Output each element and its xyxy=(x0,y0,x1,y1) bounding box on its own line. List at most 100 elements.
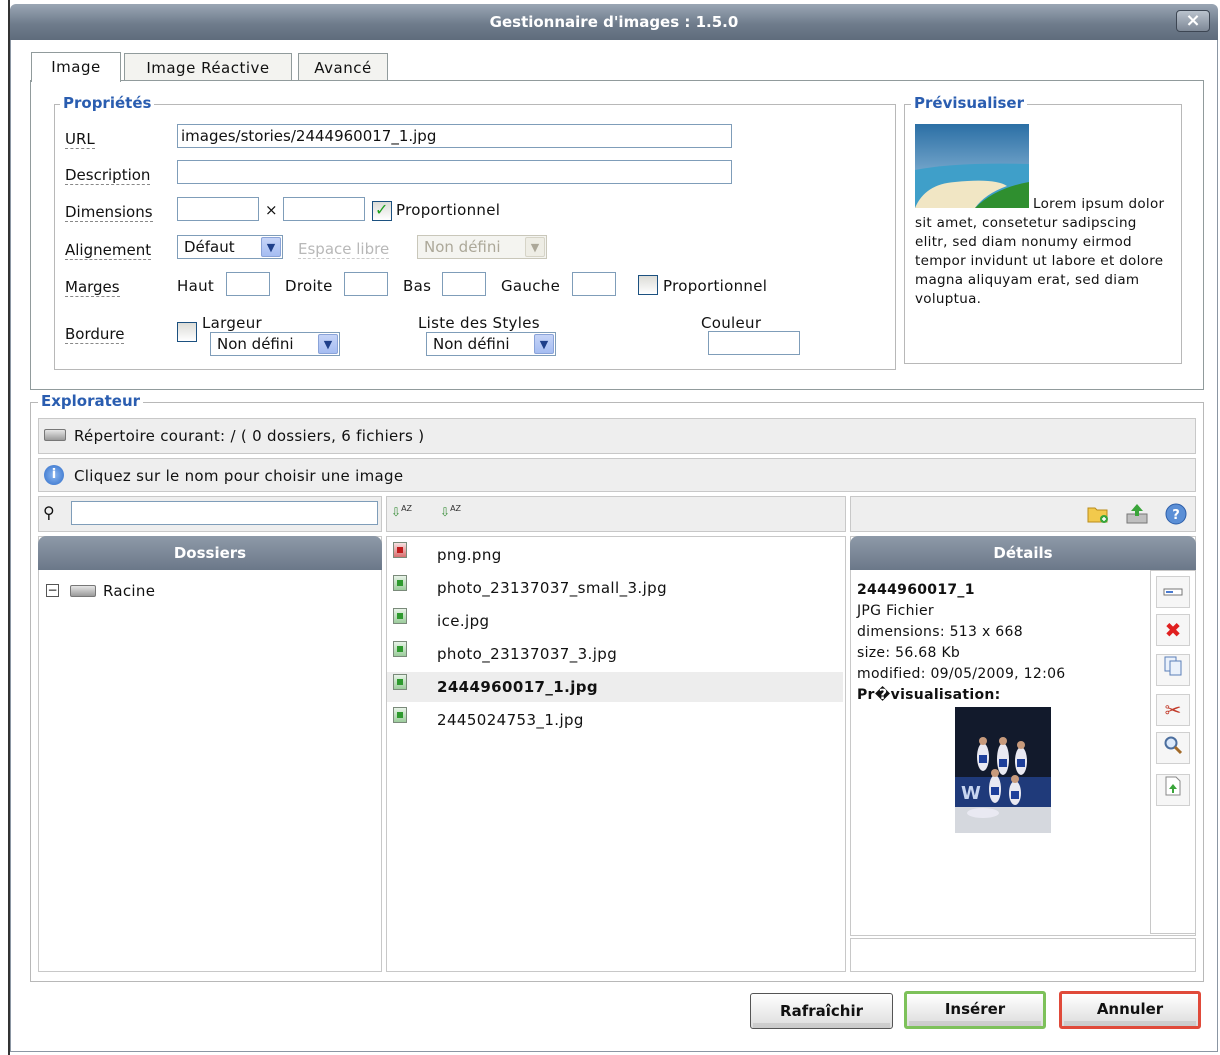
free-space-value: Non défini xyxy=(424,238,501,256)
color-label: Couleur xyxy=(701,314,762,332)
file-name: png.png xyxy=(437,546,502,564)
search-input[interactable] xyxy=(71,501,378,525)
file-name: 2444960017_1.jpg xyxy=(437,678,599,696)
collapse-icon[interactable]: − xyxy=(46,584,59,597)
image-file-icon xyxy=(393,608,407,624)
close-icon[interactable]: × xyxy=(1176,10,1210,32)
dialog-title: Gestionnaire d'images : 1.5.0 xyxy=(489,13,739,31)
dimensions-separator: × xyxy=(265,201,278,219)
details-size: size: 56.68 Kb xyxy=(857,645,961,661)
sort-name-icon[interactable]: ⇩AZ xyxy=(391,503,412,518)
help-icon[interactable]: ? xyxy=(1163,501,1189,527)
root-folder[interactable]: Racine xyxy=(103,582,155,600)
alignment-select[interactable]: Défaut ▼ xyxy=(177,235,283,259)
height-input[interactable] xyxy=(283,197,365,221)
tab-image[interactable]: Image xyxy=(31,52,121,82)
image-file-icon xyxy=(393,575,407,591)
free-space-select: Non défini ▼ xyxy=(417,235,547,259)
margin-bottom-input[interactable] xyxy=(442,272,486,296)
details-name: 2444960017_1 xyxy=(857,582,975,598)
details-type: JPG Fichier xyxy=(857,603,934,619)
border-width-value: Non défini xyxy=(217,335,294,353)
details-preview-label: Pr�visualisation: xyxy=(857,687,1001,703)
details-info: 2444960017_1 JPG Fichier dimensions: 513… xyxy=(857,580,1147,706)
explorer-legend: Explorateur xyxy=(38,392,144,410)
color-input[interactable] xyxy=(708,331,800,355)
chevron-down-icon: ▼ xyxy=(318,334,338,354)
margins-proportional-label: Proportionnel xyxy=(663,277,768,295)
file-row[interactable]: photo_23137037_3.jpg xyxy=(387,639,843,669)
margin-right-label: Droite xyxy=(285,277,333,295)
tab-advanced[interactable]: Avancé xyxy=(298,53,388,81)
sort-type-icon[interactable]: ⇩AZ xyxy=(440,503,461,518)
insert-button[interactable]: Insérer xyxy=(904,991,1046,1029)
file-name: ice.jpg xyxy=(437,612,490,630)
window-edge xyxy=(0,0,10,1055)
tab-image-reactive[interactable]: Image Réactive xyxy=(124,53,292,81)
properties-legend: Propriétés xyxy=(60,94,155,112)
zoom-icon[interactable] xyxy=(1156,732,1190,764)
chevron-down-icon: ▼ xyxy=(525,237,545,257)
url-label: URL xyxy=(65,130,95,149)
dimensions-label: Dimensions xyxy=(65,203,153,222)
details-dimensions: dimensions: 513 x 668 xyxy=(857,624,1023,640)
margin-right-input[interactable] xyxy=(344,272,388,296)
margins-proportional-checkbox[interactable] xyxy=(638,275,658,295)
preview-text: Lorem ipsum dolor sit amet, consetetur s… xyxy=(915,196,1165,307)
width-input[interactable] xyxy=(177,197,259,221)
margin-left-label: Gauche xyxy=(501,277,561,295)
details-thumbnail: W xyxy=(955,707,1051,833)
styles-select[interactable]: Non défini ▼ xyxy=(426,332,556,356)
preview-legend: Prévisualiser xyxy=(911,94,1027,112)
info-text: Cliquez sur le nom pour choisir une imag… xyxy=(74,467,404,485)
file-row[interactable]: photo_23137037_small_3.jpg xyxy=(387,573,843,603)
file-upload-icon[interactable] xyxy=(1156,774,1190,806)
file-row[interactable]: png.png xyxy=(387,540,843,570)
styles-label: Liste des Styles xyxy=(418,314,540,332)
copy-icon[interactable] xyxy=(1156,654,1190,686)
margin-left-input[interactable] xyxy=(572,272,616,296)
refresh-button[interactable]: Rafraîchir xyxy=(750,993,893,1029)
url-input[interactable]: images/stories/2444960017_1.jpg xyxy=(177,124,732,148)
alignment-value: Défaut xyxy=(184,238,235,256)
svg-text:W: W xyxy=(961,783,981,804)
file-name: photo_23137037_3.jpg xyxy=(437,645,618,663)
upload-icon[interactable] xyxy=(1124,501,1150,527)
details-modified: modified: 09/05/2009, 12:06 xyxy=(857,666,1066,682)
proportional-label: Proportionnel xyxy=(396,201,501,219)
file-name: 2445024753_1.jpg xyxy=(437,711,584,729)
svg-text:?: ? xyxy=(1172,508,1180,523)
folders-header: Dossiers xyxy=(38,536,382,570)
border-label: Bordure xyxy=(65,325,125,344)
border-checkbox[interactable] xyxy=(177,322,197,342)
styles-value: Non défini xyxy=(433,335,510,353)
border-width-select[interactable]: Non défini ▼ xyxy=(210,332,340,356)
chevron-down-icon: ▼ xyxy=(261,237,281,257)
file-row[interactable]: ice.jpg xyxy=(387,606,843,636)
description-label: Description xyxy=(65,166,151,185)
file-row[interactable]: 2445024753_1.jpg xyxy=(387,705,843,735)
binoculars-icon: ⚲ xyxy=(43,503,55,522)
margins-label: Marges xyxy=(65,278,120,297)
details-status xyxy=(850,938,1196,972)
cut-icon[interactable]: ✂ xyxy=(1156,694,1190,726)
drive-icon xyxy=(70,585,96,597)
png-file-icon xyxy=(393,542,407,558)
free-space-label: Espace libre xyxy=(298,240,390,259)
folders-panel xyxy=(38,536,382,972)
proportional-checkbox[interactable] xyxy=(372,200,392,221)
file-name: photo_23137037_small_3.jpg xyxy=(437,579,667,597)
margin-top-label: Haut xyxy=(177,277,215,295)
details-header: Détails xyxy=(850,536,1196,570)
border-width-label: Largeur xyxy=(202,314,262,332)
delete-icon[interactable]: ✖ xyxy=(1156,614,1190,646)
new-folder-icon[interactable] xyxy=(1085,501,1111,527)
margin-top-input[interactable] xyxy=(226,272,270,296)
cancel-button[interactable]: Annuler xyxy=(1059,991,1201,1029)
view-icon[interactable] xyxy=(1156,576,1190,608)
margin-bottom-label: Bas xyxy=(403,277,432,295)
file-row-selected[interactable]: 2444960017_1.jpg xyxy=(387,672,843,702)
description-input[interactable] xyxy=(177,160,732,184)
image-file-icon xyxy=(393,707,407,723)
alignment-label: Alignement xyxy=(65,241,152,260)
